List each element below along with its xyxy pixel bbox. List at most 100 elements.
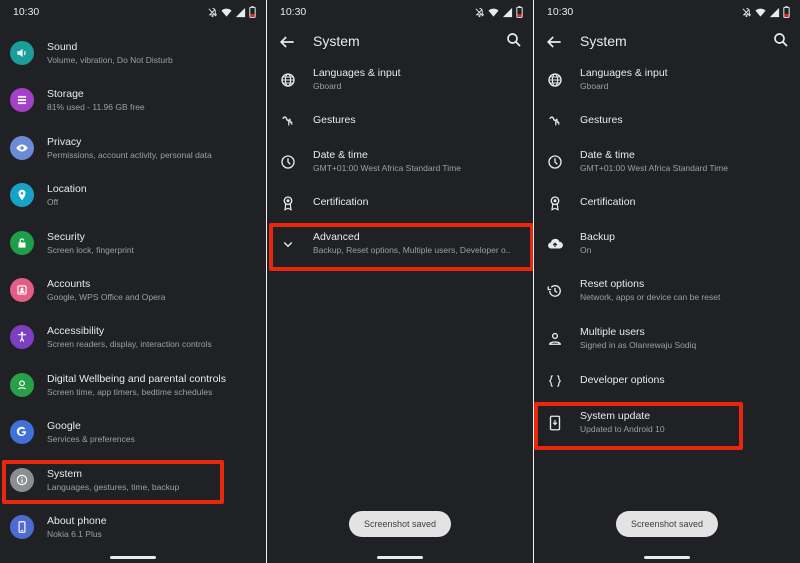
- settings-item-subtitle: Gboard: [313, 81, 342, 91]
- wifi-icon: [488, 8, 499, 17]
- settings-item-subtitle: Screen time, app timers, bedtime schedul…: [47, 386, 213, 397]
- system-panel-expanded: 10:30 System Languages & input Gboard Gest…: [534, 0, 800, 563]
- gesture-nav-bar[interactable]: [110, 556, 156, 559]
- settings-item-title: Multiple users: [580, 326, 645, 338]
- settings-item-title: Accessibility: [47, 325, 105, 338]
- status-bar: 10:30: [267, 0, 533, 24]
- settings-item-languages-and-input[interactable]: Languages & input Gboard: [534, 60, 800, 104]
- globe-icon: [276, 68, 300, 92]
- page-title: System: [580, 33, 627, 49]
- settings-item-gestures[interactable]: Gestures: [534, 101, 800, 145]
- settings-item-developer-options[interactable]: Developer options: [534, 361, 800, 405]
- history-icon: [543, 279, 567, 303]
- settings-item-digital-wellbeing-and-parental-controls[interactable]: Digital Wellbeing and parental controls S…: [0, 366, 266, 410]
- settings-item-reset-options[interactable]: Reset options Network, apps or device can…: [534, 271, 800, 315]
- settings-item-security[interactable]: Security Screen lock, fingerprint: [0, 224, 266, 268]
- settings-item-certification[interactable]: Certification: [267, 183, 533, 227]
- system-panel: 10:30 System Languages & input Gboard Gest…: [267, 0, 533, 563]
- settings-item-subtitle: Gboard: [580, 81, 609, 91]
- phone-icon: [10, 515, 34, 539]
- status-time: 10:30: [13, 6, 40, 18]
- settings-item-multiple-users[interactable]: Multiple users Signed in as Olanrewaju So…: [534, 319, 800, 363]
- battery-low-icon: [249, 6, 256, 18]
- wellbeing-icon: [10, 372, 34, 397]
- page-title: System: [313, 33, 360, 49]
- certificate-icon: [543, 191, 567, 215]
- settings-item-google[interactable]: Google Services & preferences: [0, 413, 266, 457]
- settings-item-subtitle: On: [580, 245, 592, 255]
- settings-item-date-and-time[interactable]: Date & time GMT+01:00 West Africa Standar…: [267, 142, 533, 186]
- settings-item-subtitle: Google, WPS Office and Opera: [47, 292, 166, 302]
- settings-item-sound[interactable]: Sound Volume, vibration, Do Not Disturb: [0, 34, 266, 78]
- back-arrow-icon[interactable]: [277, 32, 297, 52]
- accessibility-icon: [10, 325, 34, 350]
- clock-icon: [543, 150, 567, 174]
- wifi-icon: [221, 8, 232, 17]
- code-braces-icon: [543, 369, 567, 393]
- settings-item-subtitle: Permissions, account activity, personal …: [47, 149, 212, 160]
- settings-item-subtitle: GMT+01:00 West Africa Standard Time: [313, 163, 461, 173]
- status-time: 10:30: [280, 6, 307, 18]
- settings-item-subtitle: Volume, vibration, Do Not Disturb: [47, 55, 173, 65]
- person-icon: [543, 327, 567, 351]
- battery-low-icon: [516, 6, 523, 18]
- gesture-nav-bar[interactable]: [644, 556, 690, 559]
- settings-item-title: Sound: [47, 41, 78, 53]
- settings-item-subtitle: GMT+01:00 West Africa Standard Time: [580, 163, 728, 173]
- settings-item-title: Storage: [47, 88, 84, 101]
- battery-low-icon: [783, 6, 790, 18]
- settings-item-gestures[interactable]: Gestures: [267, 101, 533, 145]
- search-icon[interactable]: [772, 31, 790, 49]
- settings-item-accounts[interactable]: Accounts Google, WPS Office and Opera: [0, 271, 266, 315]
- signal-icon: [502, 7, 513, 17]
- settings-item-backup[interactable]: Backup On: [534, 224, 800, 268]
- settings-item-privacy[interactable]: Privacy Permissions, account activity, pe…: [0, 129, 266, 173]
- signal-icon: [235, 7, 246, 17]
- settings-item-subtitle: Signed in as Olanrewaju Sodiq: [580, 340, 697, 350]
- settings-item-certification[interactable]: Certification: [534, 183, 800, 227]
- system-highlight-box: [2, 460, 224, 504]
- location-pin-icon: [10, 183, 34, 208]
- settings-item-title: Gestures: [580, 114, 623, 126]
- settings-item-title: Developer options: [580, 374, 665, 386]
- settings-item-title: Languages & input: [313, 67, 401, 79]
- gesture-nav-bar[interactable]: [377, 556, 423, 559]
- settings-item-title: About phone: [47, 515, 107, 527]
- status-bar: 10:30: [0, 0, 266, 24]
- settings-item-title: Digital Wellbeing and parental controls: [47, 372, 226, 385]
- settings-item-title: Accounts: [47, 278, 91, 290]
- settings-panel: 10:30 Sound Volume, vibration, Do Not Dis…: [0, 0, 266, 563]
- settings-item-subtitle: Off: [47, 197, 59, 208]
- app-bar: System: [534, 24, 800, 60]
- settings-item-title: Date & time: [313, 149, 368, 161]
- settings-item-about-phone[interactable]: About phone Nokia 6.1 Plus: [0, 508, 266, 552]
- settings-item-location[interactable]: Location Off: [0, 176, 266, 220]
- do-not-disturb-icon: [208, 7, 217, 17]
- toast-message: Screenshot saved: [615, 511, 719, 537]
- system-update-highlight-box: [534, 402, 743, 450]
- do-not-disturb-icon: [475, 7, 484, 17]
- settings-item-title: Certification: [580, 196, 636, 208]
- settings-item-storage[interactable]: Storage 81% used - 11.96 GB free: [0, 81, 266, 125]
- certificate-icon: [276, 191, 300, 215]
- settings-item-subtitle: Services & preferences: [47, 434, 135, 445]
- settings-item-title: Languages & input: [580, 67, 668, 79]
- settings-item-title: Location: [47, 183, 87, 196]
- globe-icon: [543, 68, 567, 92]
- settings-item-title: Google: [47, 420, 81, 433]
- settings-item-subtitle: Screen lock, fingerprint: [47, 244, 134, 255]
- settings-item-accessibility[interactable]: Accessibility Screen readers, display, in…: [0, 318, 266, 362]
- gestures-icon: [276, 109, 300, 133]
- search-icon[interactable]: [505, 31, 523, 49]
- back-arrow-icon[interactable]: [544, 32, 564, 52]
- status-time: 10:30: [547, 6, 574, 18]
- settings-item-languages-and-input[interactable]: Languages & input Gboard: [267, 60, 533, 104]
- settings-item-title: Security: [47, 230, 85, 243]
- lock-icon: [10, 230, 34, 255]
- toast-message: Screenshot saved: [348, 511, 452, 537]
- app-bar: System: [267, 24, 533, 60]
- settings-item-date-and-time[interactable]: Date & time GMT+01:00 West Africa Standar…: [534, 142, 800, 186]
- settings-item-subtitle: Network, apps or device can be reset: [580, 292, 721, 302]
- storage-icon: [10, 88, 34, 113]
- cloud-upload-icon: [543, 232, 567, 256]
